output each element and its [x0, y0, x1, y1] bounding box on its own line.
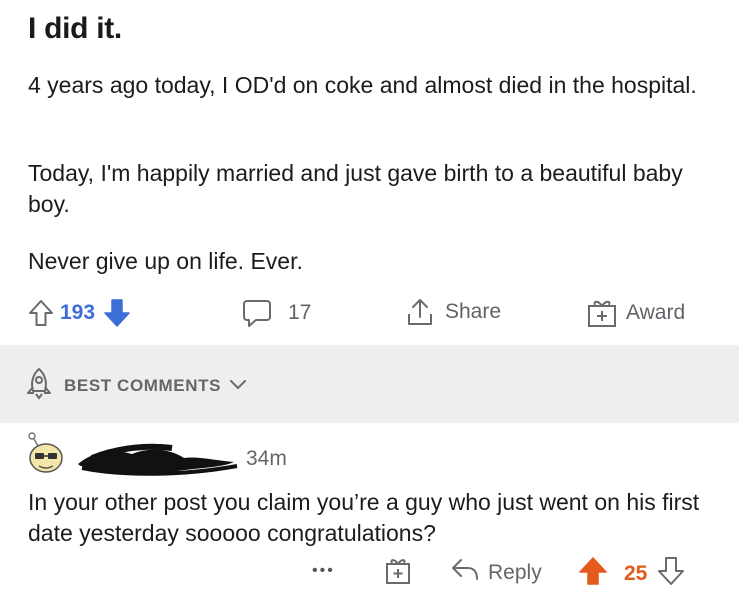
comments-button[interactable]: 17 [242, 298, 311, 328]
sort-label: BEST COMMENTS [64, 375, 222, 395]
chevron-down-icon [229, 376, 247, 396]
comment-bubble-icon [242, 298, 272, 328]
vote-group: 193 [28, 298, 131, 328]
award-button[interactable]: Award [586, 297, 685, 329]
reply-button[interactable]: Reply [450, 557, 542, 589]
comment-sort-dropdown[interactable]: BEST COMMENTS [22, 366, 247, 405]
reply-arrow-icon [450, 557, 480, 589]
post-paragraph-3: Never give up on life. Ever. [28, 248, 303, 274]
rocket-icon [22, 366, 56, 405]
share-icon [405, 297, 435, 327]
upvote-icon[interactable] [28, 299, 54, 327]
upvote-count: 193 [60, 301, 96, 324]
comment-score: 25 [624, 562, 648, 585]
post-paragraph-2: Today, I'm happily married and just gave… [28, 160, 683, 217]
downvote-icon[interactable] [657, 556, 685, 592]
post-paragraph-1: 4 years ago today, I OD'd on coke and al… [28, 72, 697, 98]
upvote-icon[interactable] [578, 556, 608, 592]
share-label: Share [445, 300, 502, 323]
avatar[interactable] [24, 430, 66, 476]
comment-award-button[interactable] [384, 556, 412, 592]
share-button[interactable]: Share [405, 297, 501, 327]
redacted-username [72, 438, 242, 483]
comment-timestamp: 34m [246, 447, 287, 470]
award-label: Award [626, 301, 686, 324]
post-card: I did it. 4 years ago today, I OD'd on c… [0, 0, 739, 345]
post-title: I did it. [28, 12, 122, 45]
more-options-icon: ••• [312, 562, 335, 579]
gift-icon [384, 556, 412, 592]
comment-vote-group: 25 [578, 556, 685, 592]
comments-count: 17 [288, 301, 312, 324]
gift-icon [586, 297, 618, 329]
comment-text: In your other post you claim you’re a gu… [28, 489, 700, 546]
more-options-button[interactable]: ••• [312, 562, 335, 580]
reply-label: Reply [488, 561, 542, 584]
post-action-bar: 193 17 Share Award [0, 294, 739, 332]
downvote-icon[interactable] [103, 298, 131, 328]
